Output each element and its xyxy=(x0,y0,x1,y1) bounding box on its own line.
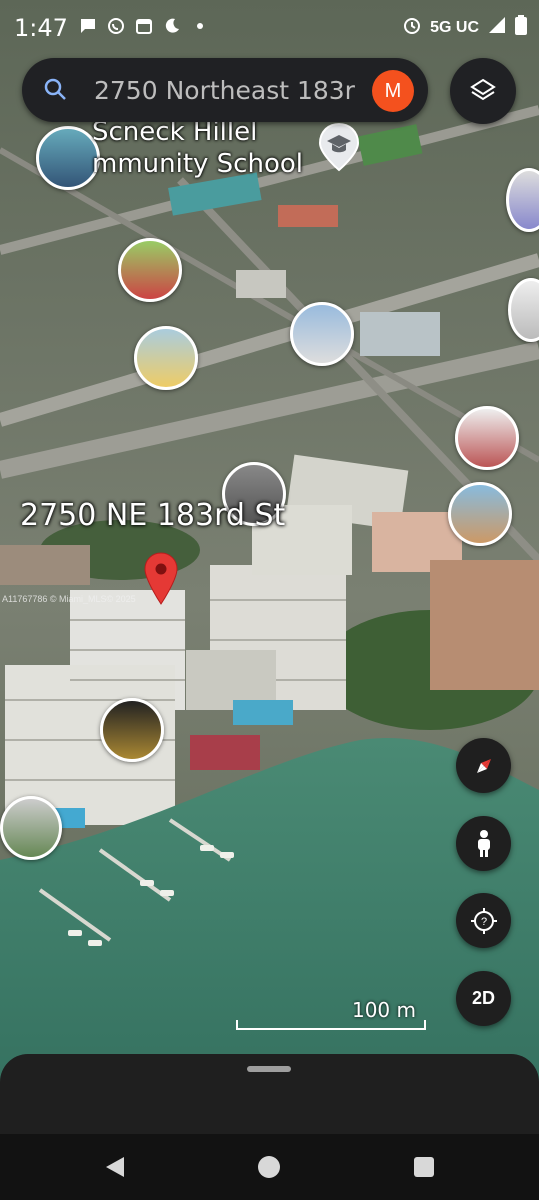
scale-label: 100 m xyxy=(351,998,416,1022)
photo-bubble-building[interactable] xyxy=(290,302,354,366)
photo-bubble-patio[interactable] xyxy=(0,796,62,860)
system-navigation-bar xyxy=(0,1134,539,1200)
bottom-sheet[interactable] xyxy=(0,1054,539,1134)
school-label-line2: mmunity School xyxy=(92,149,303,179)
school-icon[interactable] xyxy=(318,122,360,177)
status-bar: 1:47 5G UC xyxy=(0,0,539,58)
toggle-2d-button[interactable]: 2D xyxy=(456,971,511,1026)
whatsapp-icon xyxy=(106,16,126,36)
sheet-drag-handle[interactable] xyxy=(247,1066,291,1072)
search-input[interactable]: 2750 Northeast 183r xyxy=(94,76,360,105)
photo-bubble-gas-station[interactable] xyxy=(134,326,198,390)
search-bar[interactable]: 2750 Northeast 183r M xyxy=(22,58,428,122)
photo-bubble-store[interactable] xyxy=(455,406,519,470)
my-location-button[interactable]: ? xyxy=(456,893,511,948)
compass-button[interactable] xyxy=(456,738,511,793)
scale-ruler xyxy=(236,1020,426,1030)
status-time: 1:47 xyxy=(14,14,68,42)
account-avatar[interactable]: M xyxy=(372,70,414,112)
alarm-icon xyxy=(402,15,422,40)
photo-bubble-fair[interactable] xyxy=(118,238,182,302)
back-icon[interactable] xyxy=(104,1155,126,1184)
signal-icon xyxy=(487,15,507,40)
street-view-button[interactable] xyxy=(456,816,511,871)
listing-watermark: A11767786 © Miami_MLS© 2025 xyxy=(2,594,136,604)
compass-icon xyxy=(476,758,491,773)
svg-text:?: ? xyxy=(480,916,486,928)
battery-icon xyxy=(515,15,527,40)
network-label: 5G UC xyxy=(430,18,479,36)
home-icon[interactable] xyxy=(258,1156,280,1178)
school-label[interactable]: Scneck Hillel mmunity School xyxy=(92,116,303,180)
photo-bubble-house[interactable] xyxy=(448,482,512,546)
address-label[interactable]: 2750 NE 183rd St xyxy=(20,498,285,533)
layers-icon xyxy=(470,78,496,101)
location-pin-icon[interactable] xyxy=(144,552,178,611)
layers-button[interactable] xyxy=(450,58,516,124)
photo-bubble-night-boat[interactable] xyxy=(100,698,164,762)
location-crosshair-icon: ? xyxy=(470,907,497,934)
search-icon[interactable] xyxy=(40,74,72,106)
scale-bar: 100 m xyxy=(236,998,426,1030)
do-not-disturb-moon-icon xyxy=(162,16,182,36)
recent-apps-icon[interactable] xyxy=(414,1157,434,1177)
notification-dot-icon xyxy=(190,16,210,36)
messages-icon xyxy=(78,16,98,36)
pegman-icon xyxy=(477,829,490,857)
calendar-icon xyxy=(134,16,154,36)
photo-bubble-pool[interactable] xyxy=(36,126,100,190)
